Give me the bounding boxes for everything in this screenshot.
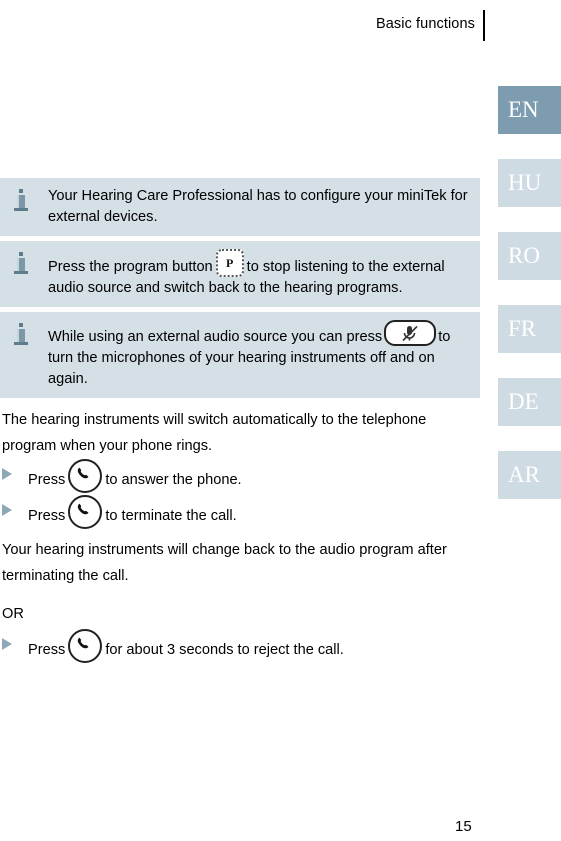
microphone-mute-icon xyxy=(384,320,437,346)
info-box-mic-text-before: While using an external audio source you… xyxy=(48,329,383,345)
or-label: OR xyxy=(2,606,24,622)
header-divider-bar xyxy=(483,10,485,41)
language-tab-de-label: DE xyxy=(508,389,539,414)
bullet-answer-phone-text: Press to answer the phone. xyxy=(28,459,480,495)
language-tab-ar[interactable]: AR xyxy=(498,451,561,499)
info-icon xyxy=(8,187,34,213)
info-box-configure-text: Your Hearing Care Professional has to co… xyxy=(34,186,470,228)
bullet-answer-text-after: to answer the phone. xyxy=(105,472,242,488)
bullet-triangle-icon xyxy=(2,468,16,480)
page-number: 15 xyxy=(455,818,472,835)
language-tab-hu-label: HU xyxy=(508,170,542,195)
phone-icon xyxy=(68,459,103,493)
language-tab-ro-label: RO xyxy=(508,243,540,268)
language-tab-hu[interactable]: HU xyxy=(498,159,561,207)
bullet-terminate-call-text: Press to terminate the call. xyxy=(28,495,480,531)
bullet-reject-text-after: for about 3 seconds to reject the call. xyxy=(105,642,344,658)
bullet-terminate-text-before: Press xyxy=(28,508,66,524)
bullet-reject-call-text: Press for about 3 seconds to reject the c… xyxy=(28,629,480,665)
phone-icon xyxy=(68,495,103,529)
language-tab-ar-label: AR xyxy=(508,462,540,487)
language-tab-fr[interactable]: FR xyxy=(498,305,561,353)
page-header: Basic functions xyxy=(0,0,561,48)
bullet-reject-text-before: Press xyxy=(28,642,66,658)
phone-icon xyxy=(68,629,103,663)
info-box-microphone-mute-text: While using an external audio source you… xyxy=(34,320,470,390)
info-box-configure-body: Your Hearing Care Professional has to co… xyxy=(48,188,468,225)
program-button-icon-label: P xyxy=(226,256,234,270)
info-box-program-button: Press the program button Pto stop listeni… xyxy=(0,241,480,307)
info-box-configure: Your Hearing Care Professional has to co… xyxy=(0,178,480,236)
info-box-microphone-mute: While using an external audio source you… xyxy=(0,312,480,398)
info-icon xyxy=(8,321,34,347)
program-button-icon: P xyxy=(215,249,244,277)
bullet-reject-call: Press for about 3 seconds to reject the c… xyxy=(0,629,480,665)
language-tab-en-label: EN xyxy=(508,97,539,122)
language-tab-rail: EN HU RO FR DE AR xyxy=(498,86,561,524)
page-title: Basic functions xyxy=(375,16,475,32)
info-icon xyxy=(8,250,34,276)
info-box-program-button-text: Press the program button Pto stop listeni… xyxy=(34,249,470,299)
language-tab-fr-label: FR xyxy=(508,316,537,341)
bullet-terminate-text-after: to terminate the call. xyxy=(105,508,237,524)
language-tab-en[interactable]: EN xyxy=(498,86,561,134)
main-content: Your Hearing Care Professional has to co… xyxy=(0,178,480,665)
language-tab-de[interactable]: DE xyxy=(498,378,561,426)
bullet-answer-text-before: Press xyxy=(28,472,66,488)
info-box-program-text-before: Press the program button xyxy=(48,259,213,275)
paragraph-change-back: Your hearing instruments will change bac… xyxy=(2,542,447,584)
language-tab-ro[interactable]: RO xyxy=(498,232,561,280)
bullet-triangle-icon xyxy=(2,638,16,650)
paragraph-auto-switch: The hearing instruments will switch auto… xyxy=(2,412,427,454)
bullet-triangle-icon xyxy=(2,504,16,516)
bullet-terminate-call: Press to terminate the call. xyxy=(0,495,480,531)
bullet-answer-phone: Press to answer the phone. xyxy=(0,459,480,495)
